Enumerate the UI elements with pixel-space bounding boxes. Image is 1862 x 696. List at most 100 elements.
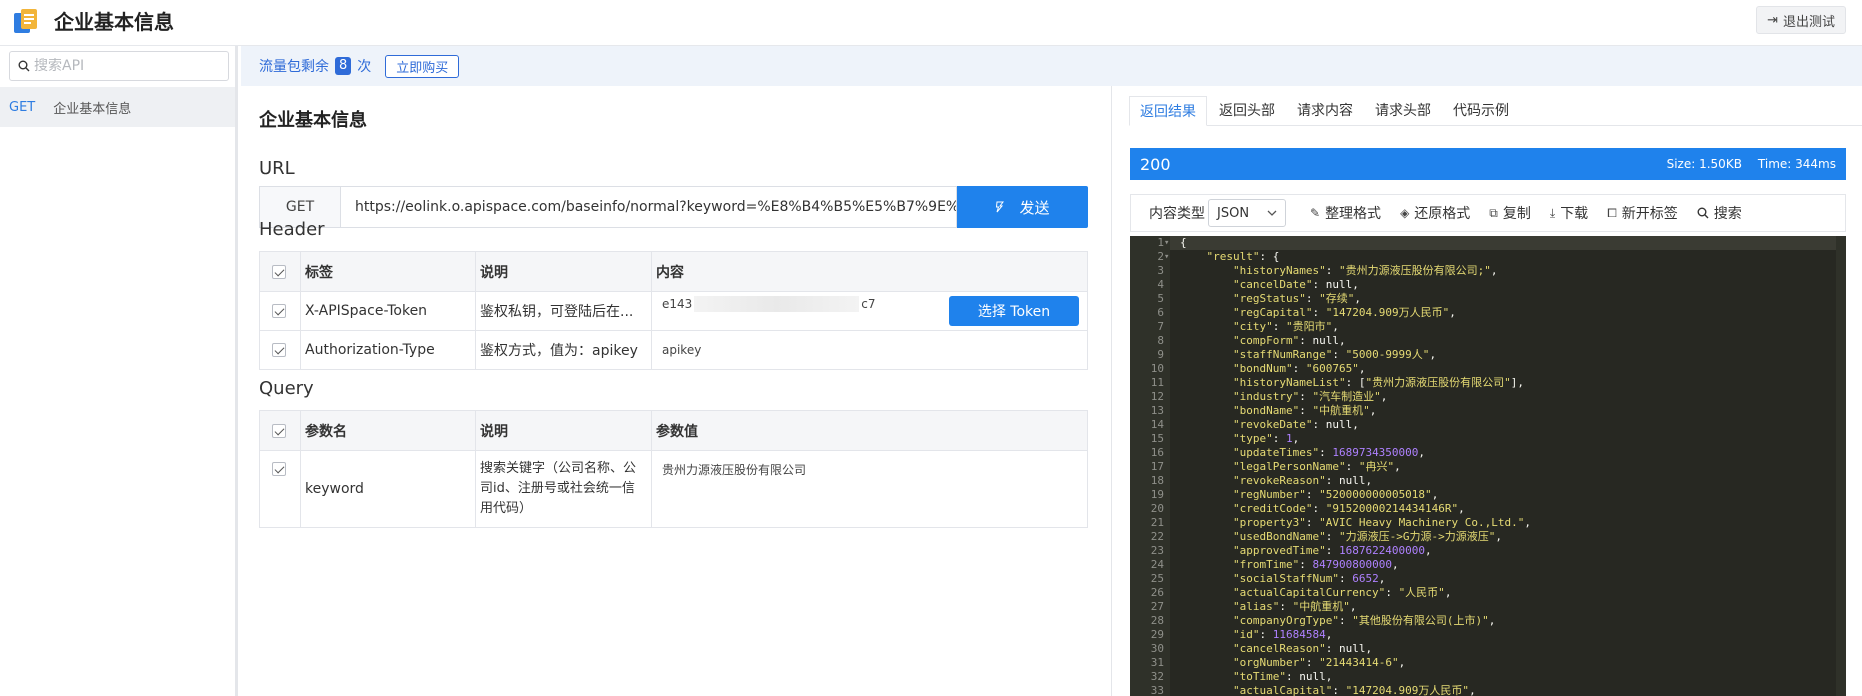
- line-number: 30: [1150, 642, 1164, 655]
- search-box: [9, 51, 229, 81]
- code-line: 7 "city": "贵阳市",: [1130, 320, 1846, 334]
- response-code-editor[interactable]: 1 ▾{2 ▾ "result": {3 "historyNames": "贵州力源…: [1130, 236, 1846, 696]
- code-line: 19 "regNumber": "520000000005018",: [1130, 488, 1846, 502]
- search-button[interactable]: 搜索: [1697, 203, 1742, 223]
- line-number: 24: [1150, 558, 1164, 571]
- line-number: 32: [1150, 670, 1164, 683]
- tool-label: 搜索: [1713, 206, 1742, 222]
- quota-count: 8: [335, 57, 352, 75]
- code-line: 16 "updateTimes": 1689734350000,: [1130, 446, 1846, 460]
- code-text: "staffNumRange": "5000-9999人",: [1232, 348, 1437, 361]
- buy-now-button[interactable]: 立即购买: [385, 54, 460, 78]
- code-text: "approvedTime": 1687622400000,: [1232, 544, 1432, 557]
- code-text: "fromTime": 847900800000,: [1232, 558, 1399, 571]
- line-number: 21: [1150, 516, 1164, 529]
- code-line: 32 "toTime": null,: [1130, 670, 1846, 684]
- query-table-head: 参数名 说明 参数值: [259, 410, 1088, 451]
- query-name: keyword: [300, 450, 476, 528]
- header-value-cell[interactable]: apikey: [651, 330, 1088, 370]
- line-number: 5: [1157, 292, 1164, 305]
- tab-code-example[interactable]: 代码示例: [1443, 96, 1519, 126]
- code-text: "regNumber": "520000000005018",: [1232, 488, 1439, 501]
- code-text: "bondName": "中航重机",: [1232, 404, 1377, 417]
- tool-label: 还原格式: [1414, 206, 1471, 222]
- logout-button[interactable]: ⇥ 退出测试: [1756, 6, 1846, 34]
- code-text: "usedBondName": "力源液压->G力源->力源液压",: [1232, 530, 1502, 543]
- code-text: "regStatus": "存续",: [1232, 292, 1361, 305]
- format-button[interactable]: ✎ 整理格式: [1310, 203, 1381, 223]
- code-line: 12 "industry": "汽车制造业",: [1130, 390, 1846, 404]
- line-number: 33: [1150, 684, 1164, 696]
- line-number: 15: [1150, 432, 1164, 445]
- vertical-scrollbar[interactable]: [1836, 236, 1846, 696]
- copy-button[interactable]: ⧉ 复制: [1489, 203, 1531, 223]
- fold-toggle-icon[interactable]: ▾: [1164, 250, 1172, 264]
- row-checkbox[interactable]: [272, 343, 286, 357]
- download-button[interactable]: ⤓ 下载: [1550, 203, 1588, 223]
- select-token-button[interactable]: 选择 Token: [949, 296, 1079, 326]
- line-number: 16: [1150, 446, 1164, 459]
- search-icon: [18, 60, 30, 72]
- response-tabs: 返回结果 返回头部 请求内容 请求头部 代码示例: [1129, 96, 1862, 126]
- send-button[interactable]: 发送: [957, 186, 1088, 228]
- tab-request-content[interactable]: 请求内容: [1287, 96, 1363, 126]
- code-line: 21 "property3": "AVIC Heavy Machinery Co…: [1130, 516, 1846, 530]
- code-line: 8 "compForm": null,: [1130, 334, 1846, 348]
- tab-response-headers[interactable]: 返回头部: [1209, 96, 1285, 126]
- url-input[interactable]: https://eolink.o.apispace.com/baseinfo/n…: [340, 186, 957, 228]
- code-lines: 1 ▾{2 ▾ "result": {3 "historyNames": "贵州力源…: [1130, 236, 1846, 696]
- row-checkbox[interactable]: [272, 462, 286, 476]
- tool-label: 新开标签: [1621, 206, 1678, 222]
- tab-request-headers[interactable]: 请求头部: [1365, 96, 1441, 126]
- query-value: 贵州力源液压股份有限公司: [662, 463, 807, 477]
- download-icon: ⤓: [1549, 205, 1556, 220]
- code-text: "historyNames": "贵州力源液压股份有限公司;",: [1232, 264, 1498, 277]
- code-text: "result": {: [1206, 250, 1280, 263]
- line-number: 13: [1150, 404, 1164, 417]
- code-text: "actualCapitalCurrency": "人民币",: [1232, 586, 1452, 599]
- content-type-select[interactable]: JSON: [1208, 199, 1286, 227]
- line-number: 29: [1150, 628, 1164, 641]
- code-text: "companyOrgType": "其他股份有限公司(上市)",: [1232, 614, 1496, 627]
- tool-label: 整理格式: [1325, 206, 1382, 222]
- code-line: 22 "usedBondName": "力源液压->G力源->力源液压",: [1130, 530, 1846, 544]
- row-checkbox[interactable]: [272, 304, 286, 318]
- query-section-title: Query: [259, 378, 314, 399]
- tab-response-result[interactable]: 返回结果: [1129, 96, 1207, 126]
- code-text: "regCapital": "147204.909万人民币",: [1232, 306, 1456, 319]
- line-number: 10: [1150, 362, 1164, 375]
- fold-toggle-icon[interactable]: ▾: [1164, 236, 1172, 250]
- cube-icon: ◈: [1400, 206, 1410, 220]
- code-text: "legalPersonName": "冉兴",: [1232, 460, 1401, 473]
- line-number: 7: [1157, 320, 1164, 333]
- line-number: 23: [1150, 544, 1164, 557]
- url-row: GET https://eolink.o.apispace.com/basein…: [259, 186, 1088, 228]
- copy-icon: ⧉: [1489, 205, 1498, 220]
- line-number: 26: [1150, 586, 1164, 599]
- new-tab-button[interactable]: ⧠ 新开标签: [1607, 203, 1678, 223]
- code-line: 14 "revokeDate": null,: [1130, 418, 1846, 432]
- query-value-cell[interactable]: 贵州力源液压股份有限公司: [651, 450, 1088, 528]
- line-number: 3: [1157, 264, 1164, 277]
- restore-format-button[interactable]: ◈ 还原格式: [1400, 203, 1470, 223]
- column-header: 内容: [651, 251, 1088, 292]
- header-value: apikey: [662, 343, 702, 357]
- header-select-all-checkbox[interactable]: [272, 264, 286, 279]
- response-size: Size: 1.50KB: [1666, 157, 1742, 171]
- code-text: "city": "贵阳市",: [1232, 320, 1339, 333]
- logout-icon: ⇥: [1767, 12, 1778, 28]
- line-number: 25: [1150, 572, 1164, 585]
- query-select-all-checkbox[interactable]: [272, 423, 286, 438]
- send-icon: [996, 201, 1005, 213]
- code-line: 23 "approvedTime": 1687622400000,: [1130, 544, 1846, 558]
- query-table: 参数名 说明 参数值 keyword 搜索关键字（公司名称、公司id、注册号或社…: [259, 410, 1088, 528]
- external-link-icon: ⧠: [1607, 205, 1617, 220]
- code-text: "updateTimes": 1689734350000,: [1232, 446, 1426, 459]
- sidebar-item-api[interactable]: GET 企业基本信息: [0, 87, 235, 127]
- code-line: 10 "bondNum": "600765",: [1130, 362, 1846, 376]
- content-type-label: 内容类型: [1149, 206, 1205, 222]
- search-input[interactable]: [34, 58, 214, 74]
- header-value-cell[interactable]: e143 c7 选择 Token: [651, 291, 1088, 331]
- code-line: 9 "staffNumRange": "5000-9999人",: [1130, 348, 1846, 362]
- column-header: 标签: [300, 251, 476, 292]
